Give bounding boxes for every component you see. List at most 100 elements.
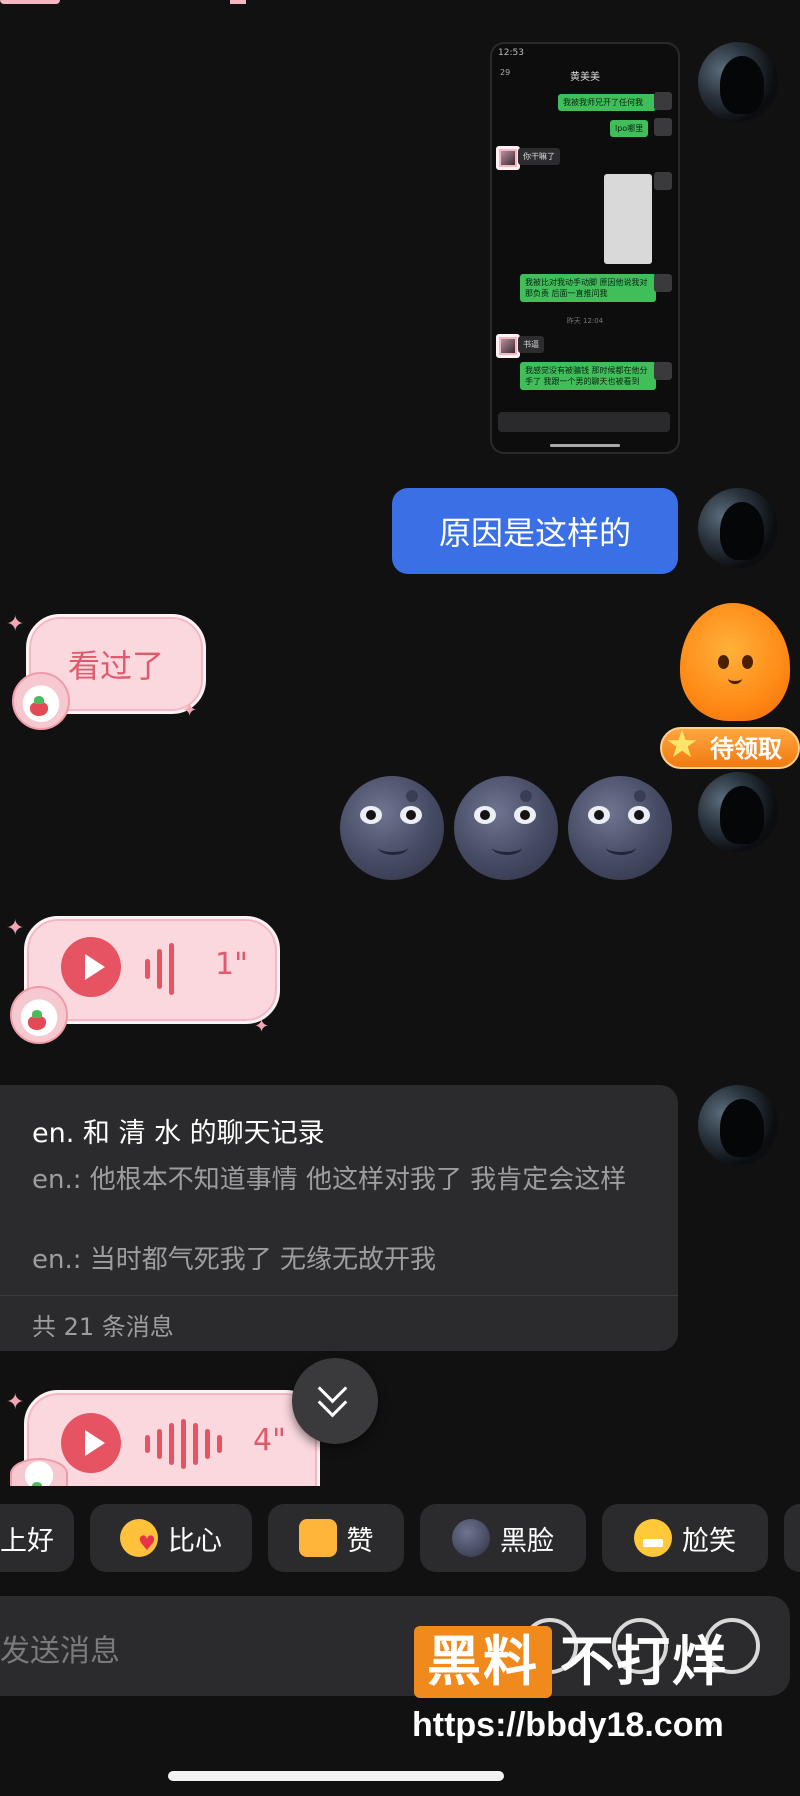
avatar[interactable] [698, 488, 778, 568]
claim-label: 待领取 [710, 735, 782, 763]
strawberry-sticker-icon [10, 986, 68, 1044]
chip-label: 尬笑 [682, 1525, 736, 1557]
partial-top-sticker-2 [230, 0, 246, 4]
play-icon[interactable] [61, 937, 121, 997]
mini-input [498, 412, 670, 432]
quick-reaction-chip[interactable]: 尬笑 [602, 1504, 768, 1572]
message-input[interactable]: 发送消息 [0, 1626, 120, 1670]
thumbs-up-icon [298, 1519, 337, 1557]
grin-teeth [643, 1539, 663, 1547]
quick-reaction-chip[interactable]: 赞 [268, 1504, 404, 1572]
sparkle-icon: ✦ [6, 916, 25, 941]
mini-time: 昨天 12:04 [566, 317, 604, 325]
mini-bubble: 我被比对我动手动脚 原因他说我对那负责 后面一直推问我 [520, 274, 656, 302]
moon-eye [360, 806, 382, 824]
mini-bubble: 你干嘛了 [518, 148, 560, 165]
chat-record-count: 共 21 条消息 [32, 1313, 174, 1341]
status-time: 12:53 [498, 48, 524, 58]
chat-record-title: en. 和 清 水 的聊天记录 [32, 1118, 325, 1149]
mini-avatar [654, 118, 672, 136]
watermark-url: https://bbdy18.com [412, 1706, 724, 1744]
moon-mouth [492, 840, 522, 855]
home-indicator[interactable] [168, 1771, 504, 1781]
voice-message-bubble[interactable]: 4" [24, 1390, 320, 1492]
mascot-icon[interactable] [680, 603, 790, 721]
mini-image [604, 174, 652, 264]
moon-eye [474, 806, 496, 824]
moon-face-icon [452, 1519, 490, 1557]
wave-bar [193, 1423, 198, 1465]
quick-reaction-chip[interactable] [784, 1504, 800, 1572]
chip-label: 赞 [346, 1525, 374, 1557]
voice-duration: 4" [253, 1423, 286, 1458]
quick-reaction-chip[interactable]: ♥ 比心 [90, 1504, 252, 1572]
moon-crater [406, 790, 418, 802]
mini-bubble: 我被我师兄开了任何我 [558, 94, 656, 111]
sparkle-icon: ✦ [6, 612, 25, 637]
moon-eye [588, 806, 610, 824]
voice-duration: 1" [215, 947, 248, 982]
mascot-mouth [728, 673, 742, 684]
avatar[interactable] [698, 772, 778, 852]
mascot-eye [742, 655, 753, 669]
wave-bar [205, 1429, 210, 1459]
image-message[interactable]: 12:53 29 黄美美 我被我师兄开了任何我 lpo哪里 你干嘛了 我被比对我… [490, 42, 680, 454]
sparkle-icon: ✦ [182, 700, 198, 721]
avatar[interactable] [698, 1085, 778, 1165]
wave-bar [181, 1419, 186, 1469]
watermark-logo: 黑料 [414, 1626, 552, 1698]
moon-eye [514, 806, 536, 824]
watermark-text: 不打烊 [560, 1630, 728, 1693]
chat-record-card[interactable]: en. 和 清 水 的聊天记录 en.: 他根本不知道事情 他这样对我了 我肯定… [0, 1085, 678, 1351]
wave-bar [169, 943, 174, 995]
play-icon[interactable] [61, 1413, 121, 1473]
strawberry-sticker-icon [12, 672, 70, 730]
wave-bar [145, 959, 150, 979]
moon-face-icon[interactable] [568, 776, 672, 880]
quick-reaction-chip[interactable]: 黑脸 [420, 1504, 586, 1572]
partial-top-sticker [0, 0, 60, 4]
mini-avatar [496, 334, 520, 358]
moon-mouth [378, 840, 408, 855]
mini-avatar [654, 274, 672, 292]
wave-bar [217, 1435, 222, 1453]
wave-bar [157, 1429, 162, 1459]
wave-bar [169, 1423, 174, 1465]
moon-crater [520, 790, 532, 802]
heart-icon: ♥ [138, 1531, 156, 1555]
quick-reaction-bar: 上好 ♥ 比心 赞 黑脸 尬笑 [0, 1504, 800, 1574]
heart-hands-icon: ♥ [120, 1519, 158, 1557]
scroll-to-bottom-button[interactable] [292, 1358, 378, 1444]
moon-eye [628, 806, 650, 824]
chip-label: 上好 [0, 1525, 54, 1557]
contact-name: 黄美美 [570, 72, 600, 83]
message-text: 看过了 [67, 647, 164, 685]
sparkle-icon: ✦ [254, 1016, 270, 1037]
moon-crater [634, 790, 646, 802]
mini-avatar [496, 146, 520, 170]
mini-avatar [654, 362, 672, 380]
mascot-eye [718, 655, 729, 669]
mini-bubble: lpo哪里 [610, 120, 649, 137]
moon-eye [400, 806, 422, 824]
moon-face-icon[interactable] [454, 776, 558, 880]
mini-avatar [654, 172, 672, 190]
message-text: 原因是这样的 [438, 514, 631, 552]
outgoing-text-bubble[interactable]: 原因是这样的 [392, 488, 678, 574]
divider [0, 1295, 678, 1296]
grin-sweat-icon [634, 1519, 672, 1557]
mini-avatar [654, 92, 672, 110]
chip-label: 黑脸 [500, 1525, 554, 1557]
mini-bubble: 书逼 [518, 336, 544, 353]
chip-label: 比心 [168, 1525, 222, 1557]
quick-reaction-chip[interactable]: 上好 [0, 1504, 74, 1572]
mini-home-bar [550, 444, 620, 447]
sparkle-icon: ✦ [6, 1390, 25, 1415]
wave-bar [157, 949, 162, 989]
chat-record-line: en.: 他根本不知道事情 他这样对我了 我肯定会这样 [32, 1165, 627, 1195]
wave-bar [145, 1435, 150, 1453]
moon-face-icon[interactable] [340, 776, 444, 880]
chat-record-line: en.: 当时都气死我了 无缘无故开我 [32, 1245, 437, 1275]
avatar[interactable] [698, 42, 778, 122]
moon-mouth [606, 840, 636, 855]
